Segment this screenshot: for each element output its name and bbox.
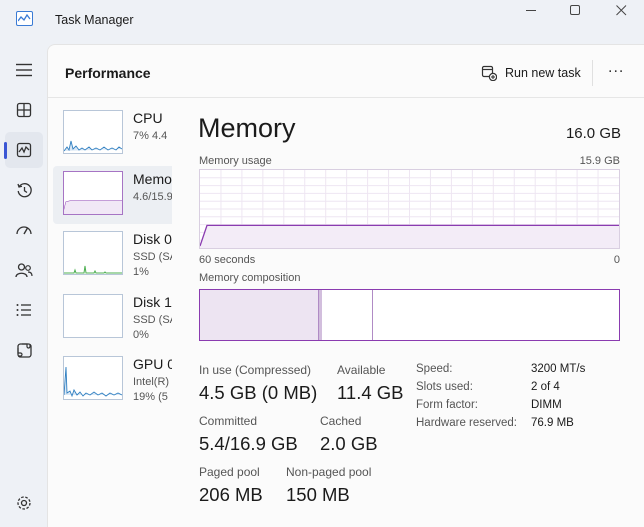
- nav-processes[interactable]: [5, 92, 43, 128]
- disk-0-thumbnail: [63, 231, 123, 275]
- memory-usage-label: Memory usage: [199, 155, 272, 167]
- composition-modified: [319, 290, 322, 340]
- maximize-button[interactable]: [552, 0, 598, 20]
- task-manager-icon: [16, 11, 33, 26]
- device-disk-1[interactable]: Disk 1 SSD (SA 0%: [53, 289, 172, 347]
- memory-usage-graph: [199, 169, 620, 249]
- device-cpu[interactable]: CPU 7% 4.4: [53, 105, 172, 163]
- memory-thumbnail: [63, 171, 123, 215]
- speed-value: 3200 MT/s: [531, 363, 586, 375]
- device-memory[interactable]: Memo 4.6/15.9: [53, 166, 172, 224]
- in-use-value: 4.5 GB (0 MB): [199, 382, 318, 403]
- nav-performance[interactable]: [5, 132, 43, 168]
- hamburger-menu-button[interactable]: [5, 52, 43, 88]
- paged-pool-value: 206 MB: [199, 484, 263, 505]
- users-icon: [15, 263, 33, 278]
- device-name: Memo: [133, 171, 172, 187]
- settings-icon: [17, 496, 31, 510]
- page-title: Performance: [65, 65, 151, 81]
- nav-app-history[interactable]: [5, 172, 43, 208]
- device-list: CPU 7% 4.4 Memo 4.6/15.9 Disk 0 SSD (SA …: [48, 99, 172, 527]
- run-new-task-button[interactable]: Run new task: [481, 61, 581, 85]
- usage-area: [200, 225, 619, 248]
- nav-rail: [0, 44, 47, 527]
- maximize-icon: [569, 4, 580, 15]
- services-icon: [16, 342, 32, 358]
- memory-usage-chart: [199, 170, 619, 248]
- hamburger-menu-icon: [16, 63, 32, 77]
- cpu-thumbnail: [63, 110, 123, 154]
- device-name: GPU 0: [133, 356, 172, 372]
- memory-total: 16.0 GB: [565, 125, 621, 142]
- device-detail: 7% 4.4: [133, 130, 168, 142]
- committed-value: 5.4/16.9 GB: [199, 433, 298, 454]
- run-new-task-label: Run new task: [505, 66, 581, 80]
- close-icon: [615, 4, 626, 15]
- nav-services[interactable]: [5, 332, 43, 368]
- device-usage: 0%: [133, 329, 149, 341]
- nav-users[interactable]: [5, 252, 43, 288]
- cached-label: Cached: [320, 414, 362, 428]
- slots-used-value: 2 of 4: [531, 381, 560, 393]
- nav-active-indicator: [4, 142, 7, 159]
- device-name: CPU: [133, 110, 163, 126]
- device-detail: SSD (SA: [133, 251, 172, 263]
- device-disk-0[interactable]: Disk 0 SSD (SA 1%: [53, 226, 172, 284]
- device-name: Disk 1: [133, 294, 172, 310]
- non-paged-pool-label: Non-paged pool: [286, 465, 372, 479]
- minimize-icon: [525, 9, 536, 11]
- device-usage: 19% (5: [133, 391, 168, 403]
- hardware-reserved-value: 76.9 MB: [531, 417, 574, 429]
- time-range-end: 0: [613, 254, 620, 266]
- performance-icon: [16, 142, 32, 158]
- device-detail: SSD (SA: [133, 314, 172, 326]
- slots-used-label: Slots used:: [416, 381, 473, 393]
- panel-header: Performance Run new task ...: [48, 45, 644, 98]
- device-name: Disk 0: [133, 231, 172, 247]
- composition-standby: [372, 290, 373, 340]
- more-options-button[interactable]: ...: [608, 59, 624, 77]
- paged-pool-label: Paged pool: [199, 465, 260, 479]
- hardware-reserved-label: Hardware reserved:: [416, 417, 517, 429]
- memory-title: Memory: [198, 113, 296, 143]
- available-value: 11.4 GB: [337, 382, 404, 403]
- nav-startup-apps[interactable]: [5, 212, 43, 248]
- title-bar: Task Manager: [0, 0, 644, 44]
- device-usage: 1%: [133, 266, 149, 278]
- details-icon: [16, 304, 31, 316]
- composition-in-use: [200, 290, 319, 340]
- memory-usage-max: 15.9 GB: [579, 155, 620, 167]
- device-detail: 4.6/15.9: [133, 191, 172, 203]
- device-detail: Intel(R): [133, 376, 170, 388]
- minimize-button[interactable]: [508, 0, 554, 20]
- speed-label: Speed:: [416, 363, 453, 375]
- form-factor-value: DIMM: [531, 399, 562, 411]
- memory-composition-bar: [199, 289, 620, 341]
- window-title: Task Manager: [55, 13, 134, 27]
- cached-value: 2.0 GB: [320, 433, 378, 454]
- gpu-0-thumbnail: [63, 356, 123, 400]
- processes-icon: [16, 102, 32, 118]
- time-range-start: 60 seconds: [199, 254, 256, 266]
- non-paged-pool-value: 150 MB: [286, 484, 350, 505]
- disk-1-thumbnail: [63, 294, 123, 338]
- available-label: Available: [337, 363, 386, 377]
- app-history-icon: [16, 182, 32, 197]
- close-button[interactable]: [598, 0, 644, 20]
- in-use-label: In use (Compressed): [199, 363, 312, 377]
- committed-label: Committed: [199, 414, 258, 428]
- header-divider: [592, 60, 593, 86]
- form-factor-label: Form factor:: [416, 399, 478, 411]
- nav-details[interactable]: [5, 292, 43, 328]
- startup-apps-icon: [16, 226, 32, 235]
- run-new-task-icon: [481, 65, 497, 81]
- main-panel: Performance Run new task ... CPU 7% 4.4 …: [47, 44, 644, 527]
- device-gpu-0[interactable]: GPU 0 Intel(R) 19% (5: [53, 351, 172, 409]
- memory-composition-label: Memory composition: [199, 272, 301, 284]
- memory-detail: Memory 16.0 GB Memory usage 15.9 GB 60 s…: [172, 99, 644, 527]
- nav-settings[interactable]: [5, 485, 43, 521]
